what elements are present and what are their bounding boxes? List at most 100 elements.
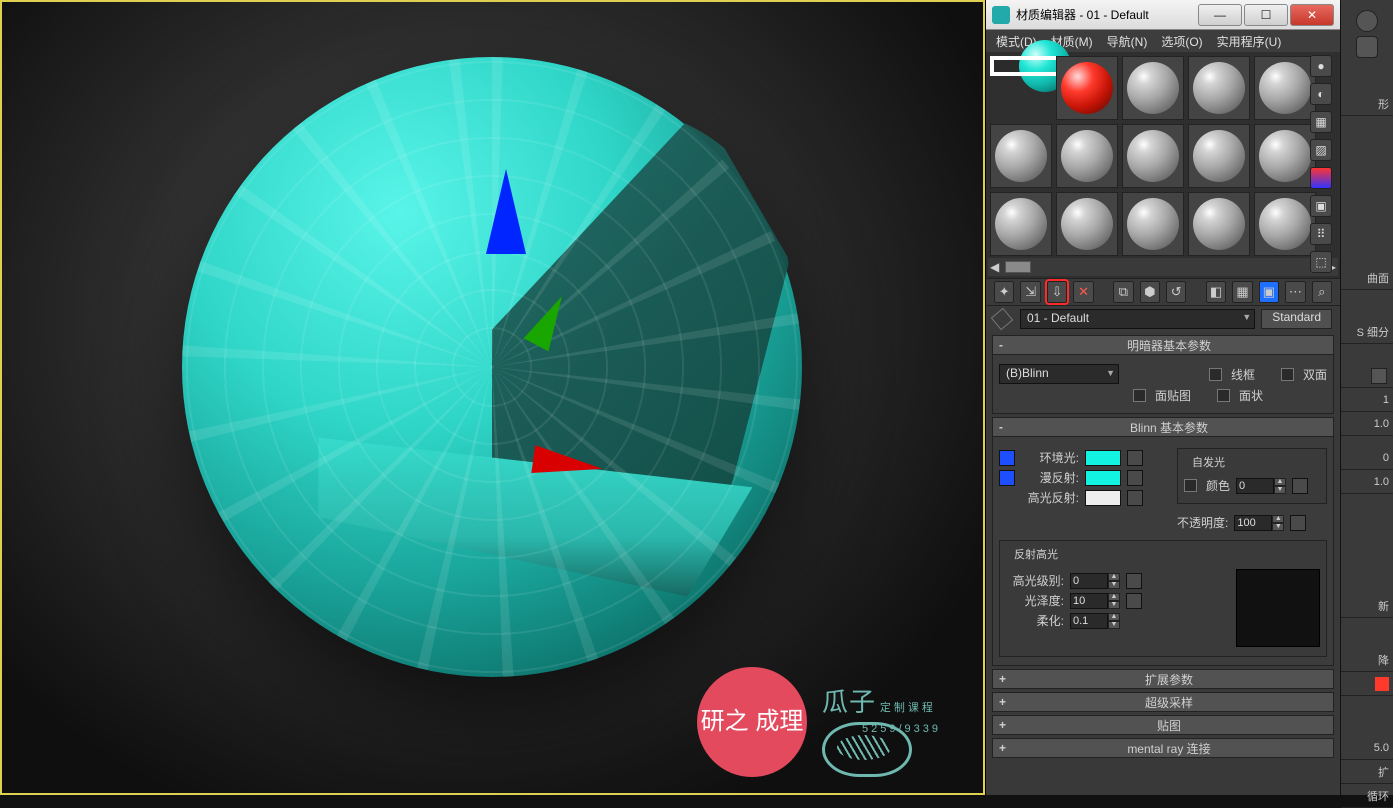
color-swatch-icon[interactable] <box>1375 677 1389 691</box>
toolbar: ✦ ⇲ ⇩ ✕ ⧉ ⬢ ↺ ◧ ▦ ▣ ⋯ ⌕ <box>986 278 1340 306</box>
two-sided-checkbox[interactable] <box>1281 368 1294 381</box>
material-type-button[interactable]: Standard <box>1261 309 1332 329</box>
shader-select[interactable]: (B)Blinn <box>999 364 1119 384</box>
make-copy-button[interactable]: ⧉ <box>1113 281 1133 303</box>
sample-slot-14[interactable] <box>1254 192 1316 256</box>
sample-slot-11[interactable] <box>1056 192 1118 256</box>
strip-button[interactable]: 循环 <box>1341 784 1393 808</box>
menu-util[interactable]: 实用程序(U) <box>1211 31 1288 52</box>
wireframe-checkbox[interactable] <box>1209 368 1222 381</box>
matid-button[interactable]: ◧ <box>1206 281 1226 303</box>
sample-slot-12[interactable] <box>1122 192 1184 256</box>
sample-slot-6[interactable] <box>1056 124 1118 188</box>
soften-spinner[interactable]: ▲▼ <box>1070 613 1120 629</box>
strip-value: 1 <box>1341 388 1393 412</box>
panel-tab-icon[interactable] <box>1356 36 1378 58</box>
diffuse-swatch[interactable] <box>1085 470 1121 486</box>
ambient-lock-icon[interactable] <box>999 450 1015 466</box>
slot-hscroll[interactable]: ◀▶ <box>988 258 1338 276</box>
sample-slot-4[interactable] <box>1254 56 1316 120</box>
put-to-library-button[interactable]: ↺ <box>1166 281 1186 303</box>
rollout-blinn-header[interactable]: -Blinn 基本参数 <box>992 417 1334 437</box>
sample-slot-3[interactable] <box>1188 56 1250 120</box>
sample-type-icon[interactable]: ● <box>1310 55 1332 77</box>
rollout-mentalray-header[interactable]: +mental ray 连接 <box>992 738 1334 758</box>
spec-level-map-button[interactable] <box>1126 573 1142 589</box>
put-to-scene-button[interactable]: ⇲ <box>1020 281 1040 303</box>
mini-checkbox[interactable] <box>1371 368 1387 384</box>
maximize-button[interactable]: ☐ <box>1244 4 1288 26</box>
go-parent-button[interactable]: ⋯ <box>1285 281 1305 303</box>
show-end-result-button[interactable]: ▣ <box>1259 281 1279 303</box>
make-preview-icon[interactable]: ▣ <box>1310 195 1332 217</box>
menu-options[interactable]: 选项(O) <box>1155 31 1208 52</box>
face-map-checkbox[interactable] <box>1133 389 1146 402</box>
assign-to-selection-button[interactable]: ⇩ <box>1047 281 1067 303</box>
rollout-maps-header[interactable]: +贴图 <box>992 715 1334 735</box>
menu-nav[interactable]: 导航(N) <box>1101 31 1154 52</box>
rollout-extended-header[interactable]: +扩展参数 <box>992 669 1334 689</box>
sphere-model[interactable] <box>182 57 802 677</box>
soften-label: 柔化: <box>1006 612 1064 629</box>
strip-value: 5.0 <box>1341 736 1393 760</box>
strip-button[interactable]: 扩 <box>1341 760 1393 784</box>
video-color-icon[interactable] <box>1310 167 1332 189</box>
selfillum-spinner[interactable]: ▲▼ <box>1236 478 1286 494</box>
gizmo-z-arrow[interactable] <box>486 169 526 254</box>
sample-slot-5[interactable] <box>990 124 1052 188</box>
sample-slot-1[interactable] <box>1056 56 1118 120</box>
strip-label: 曲面 <box>1341 266 1393 290</box>
strip-label: 降 <box>1341 648 1393 672</box>
sample-slot-2[interactable] <box>1122 56 1184 120</box>
sample-slot-10[interactable] <box>990 192 1052 256</box>
right-panel-strip: 形 曲面 S 细分 1 1.0 0 1.0 新 降 5.0 扩 循环 <box>1340 0 1393 795</box>
material-editor-window: 材质编辑器 - 01 - Default — ☐ ✕ 模式(D) 材质(M) 导… <box>985 0 1340 795</box>
titlebar[interactable]: 材质编辑器 - 01 - Default — ☐ ✕ <box>986 0 1340 30</box>
sample-slot-9[interactable] <box>1254 124 1316 188</box>
diffuse-label: 漫反射: <box>1021 469 1079 486</box>
ambient-map-button[interactable] <box>1127 450 1143 466</box>
sample-slot-13[interactable] <box>1188 192 1250 256</box>
opacity-spinner[interactable]: ▲▼ <box>1234 515 1284 531</box>
rollout-blinn-body: 环境光: 漫反射: 高光反射: <box>992 437 1334 666</box>
faceted-checkbox[interactable] <box>1217 389 1230 402</box>
select-by-mat-icon[interactable]: ⬚ <box>1310 251 1332 273</box>
specular-map-button[interactable] <box>1127 490 1143 506</box>
rollout-supersample-header[interactable]: +超级采样 <box>992 692 1334 712</box>
viewport[interactable]: 研之 成理 瓜子 定制课程 5259/9339 <box>0 0 985 795</box>
faceted-label: 面状 <box>1239 387 1263 404</box>
panel-tab-icon[interactable] <box>1356 10 1378 32</box>
two-sided-label: 双面 <box>1303 366 1327 383</box>
gloss-spinner[interactable]: ▲▼ <box>1070 593 1120 609</box>
watermark-seed-icon <box>822 722 912 777</box>
opacity-map-button[interactable] <box>1290 515 1306 531</box>
options-icon[interactable]: ⠿ <box>1310 223 1332 245</box>
eyedropper-icon[interactable] <box>991 308 1014 331</box>
ambient-swatch[interactable] <box>1085 450 1121 466</box>
diffuse-map-button[interactable] <box>1127 470 1143 486</box>
show-map-button[interactable]: ▦ <box>1232 281 1252 303</box>
backlight-icon[interactable]: ◐ <box>1310 83 1332 105</box>
selfillum-group: 自发光 颜色 ▲▼ <box>1177 448 1327 504</box>
minimize-button[interactable]: — <box>1198 4 1242 26</box>
specular-swatch[interactable] <box>1085 490 1121 506</box>
material-name-dropdown[interactable]: 01 - Default <box>1020 309 1255 329</box>
diffuse-lock-icon[interactable] <box>999 470 1015 486</box>
spec-level-spinner[interactable]: ▲▼ <box>1070 573 1120 589</box>
selfillum-color-checkbox[interactable] <box>1184 479 1197 492</box>
rollout-shader-header[interactable]: -明暗器基本参数 <box>992 335 1334 355</box>
uv-tile-icon[interactable]: ▨ <box>1310 139 1332 161</box>
reset-map-button[interactable]: ✕ <box>1073 281 1093 303</box>
selfillum-color-label: 颜色 <box>1206 477 1230 494</box>
sample-slot-8[interactable] <box>1188 124 1250 188</box>
selfillum-map-button[interactable] <box>1292 478 1308 494</box>
go-forward-button[interactable]: ⌕ <box>1312 281 1332 303</box>
sample-slot-7[interactable] <box>1122 124 1184 188</box>
strip-label: S 细分 <box>1341 320 1393 344</box>
gloss-map-button[interactable] <box>1126 593 1142 609</box>
window-title: 材质编辑器 - 01 - Default <box>1016 6 1149 23</box>
make-unique-button[interactable]: ⬢ <box>1140 281 1160 303</box>
background-icon[interactable]: ▦ <box>1310 111 1332 133</box>
get-material-button[interactable]: ✦ <box>994 281 1014 303</box>
close-button[interactable]: ✕ <box>1290 4 1334 26</box>
